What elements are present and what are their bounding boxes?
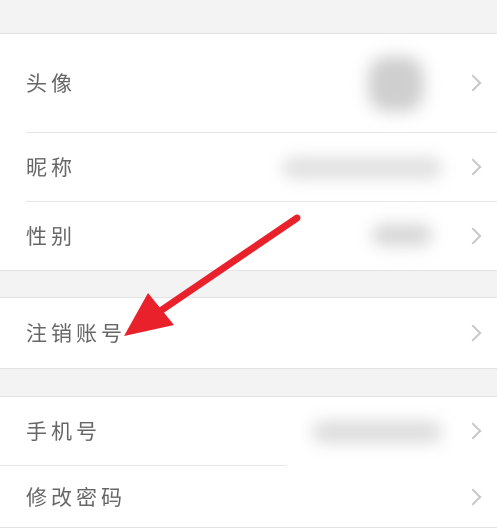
- arrow-shaft: [146, 214, 301, 322]
- annotation-arrow: [124, 214, 301, 336]
- arrow-head: [124, 293, 174, 336]
